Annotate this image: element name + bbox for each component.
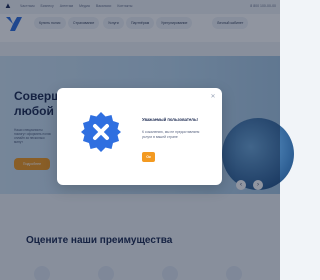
modal-title: Уважаемый пользователь! xyxy=(142,117,198,122)
region-block-modal: ✕ Уважаемый пользователь! К сожалению, м… xyxy=(57,88,222,185)
ok-button[interactable]: Ок xyxy=(142,152,155,162)
blocked-badge-icon xyxy=(81,112,121,152)
modal-message: К сожалению, мы не предоставляем услуги … xyxy=(142,130,200,139)
close-icon[interactable]: ✕ xyxy=(209,93,217,101)
